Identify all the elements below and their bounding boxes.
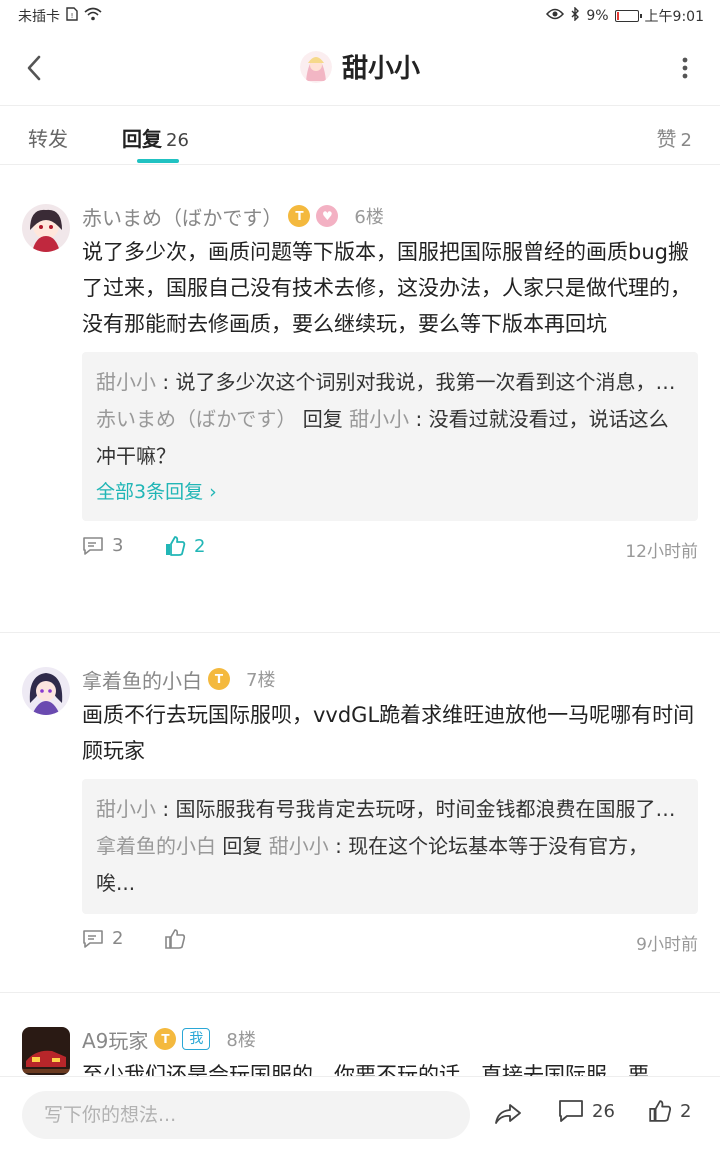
comment-item: 拿着鱼的小白 T 7楼 画质不行去玩国际服呗，vvdGL跪着求维旺迪放他一马呢哪… (0, 633, 720, 993)
see-all-replies-link[interactable]: 全部3条回复 › (96, 475, 684, 509)
comment-list[interactable]: 赤いまめ（ばかです） T ♥ 6楼 说了多少次，画质问题等下版本，国服把国际服曾… (0, 166, 720, 1076)
battery-percent: 9% (586, 8, 609, 24)
bluetooth-icon (570, 6, 580, 25)
reply-text: 国际服我有号我肯定去玩呀，时间金钱都浪费在国服了，而且我发这种贴，肯定不会有好心… (175, 797, 684, 821)
share-icon (495, 1104, 521, 1124)
bottom-comment-button[interactable]: 26 (558, 1099, 615, 1123)
title-bar: 甜小小 (0, 30, 720, 106)
reply-box[interactable]: 甜小小 : 说了多少次这个词别对我说，我第一次看到这个消息，报bug没地方，官群… (82, 352, 698, 521)
reply-target[interactable]: 甜小小 (269, 834, 329, 858)
user-row: 赤いまめ（ばかです） T ♥ 6楼 (82, 200, 698, 232)
comment-icon (559, 1100, 583, 1122)
floor-number: 7楼 (246, 670, 276, 691)
tab-bar: 转发 回复 26 赞2 (0, 107, 720, 165)
tab-repost[interactable]: 转发 (28, 123, 68, 152)
username[interactable]: 赤いまめ（ばかです） (82, 202, 282, 231)
reply-username[interactable]: 拿着鱼的小白 (96, 834, 216, 858)
bottom-comment-count: 26 (592, 1100, 615, 1122)
like-button[interactable] (164, 928, 186, 950)
comment-count: 2 (112, 928, 124, 949)
like-button[interactable]: 2 (164, 535, 205, 557)
more-vertical-icon (682, 57, 688, 79)
battery-icon (614, 10, 642, 22)
comment-count-button[interactable]: 3 (82, 535, 123, 556)
username[interactable]: 拿着鱼的小白 (82, 665, 202, 694)
avatar[interactable] (22, 667, 70, 715)
comment-item: 赤いまめ（ばかです） T ♥ 6楼 说了多少次，画质问题等下版本，国服把国际服曾… (0, 166, 720, 633)
user-row: A9玩家 T 我 8楼 (82, 1023, 698, 1055)
status-bar: 未插卡 ! 9% 上午9:01 (0, 0, 720, 30)
comment-content: 说了多少次，画质问题等下版本，国服把国际服曾经的画质bug搬了过来，国服自己没有… (82, 240, 691, 336)
wifi-icon (84, 7, 102, 25)
comment-item: A9玩家 T 我 8楼 至少我们还是会玩国服的，你要不玩的话，直接去国际服，要 (0, 993, 720, 1076)
tab-like-label: 赞 (656, 127, 677, 151)
reply-username[interactable]: 甜小小 (96, 370, 156, 394)
reply-word: 回复 (302, 407, 343, 431)
carrier-text: 未插卡 (18, 9, 60, 25)
clock: 上午9:01 (644, 9, 704, 25)
comment-input[interactable] (22, 1091, 470, 1139)
reply-item: 拿着鱼的小白 回复 甜小小 : 现在这个论坛基本等于没有官方，唉... (96, 834, 649, 895)
svg-text:!: ! (71, 12, 74, 20)
tab-like-count: 2 (680, 130, 692, 151)
comment-time: 9小时前 (636, 935, 698, 955)
tab-like[interactable]: 赞2 (657, 123, 692, 152)
reply-box[interactable]: 甜小小 : 国际服我有号我肯定去玩呀，时间金钱都浪费在国服了，而且我发这种贴，肯… (82, 779, 698, 914)
battery-fill (616, 12, 619, 20)
avatar-frame-badge-icon: ♥ (316, 205, 339, 227)
avatar[interactable] (22, 204, 70, 252)
status-right: 9% 上午9:01 (546, 6, 704, 26)
avatar[interactable] (22, 1027, 70, 1075)
like-count: 2 (194, 535, 206, 557)
sim-icon: ! (66, 7, 78, 25)
comment-actions: 3 2 12小时前 (82, 521, 698, 575)
me-tag: 我 (182, 1028, 211, 1050)
comment-count: 3 (112, 535, 124, 556)
page-title: 甜小小 (341, 54, 420, 84)
tab-active-indicator (137, 159, 179, 163)
thumbs-up-icon (649, 1100, 672, 1122)
tab-reply-label: 回复 (122, 127, 162, 151)
bottom-bar: 26 2 (0, 1076, 720, 1152)
tab-reply[interactable]: 回复 26 (122, 123, 189, 152)
level-badge-icon: T (288, 205, 311, 227)
status-left: 未插卡 ! (18, 6, 102, 26)
reply-item: 甜小小 : 国际服我有号我肯定去玩呀，时间金钱都浪费在国服了，而且我发这种贴，肯… (96, 791, 684, 828)
comment-count-button[interactable]: 2 (82, 928, 123, 949)
level-badge-icon: T (154, 1028, 177, 1050)
comment-time: 12小时前 (625, 542, 698, 562)
floor-number: 8楼 (226, 1030, 256, 1051)
comment-actions: 2 9小时前 (82, 914, 698, 968)
floor-number: 6楼 (354, 207, 384, 228)
bottom-like-button[interactable]: 2 (648, 1099, 691, 1123)
tab-reply-count: 26 (166, 130, 189, 151)
share-button[interactable] (494, 1103, 522, 1125)
comment-content: 至少我们还是会玩国服的，你要不玩的话，直接去国际服，要 (82, 1063, 649, 1076)
reply-item: 赤いまめ（ばかです） 回复 甜小小 : 没看过就没看过，说话这么冲干嘛？ (96, 407, 669, 468)
comment-content: 画质不行去玩国际服呗，vvdGL跪着求维旺迪放他一马呢哪有时间顾玩家 (82, 703, 695, 763)
thumbs-up-icon (165, 929, 186, 949)
level-badge-icon: T (208, 668, 230, 690)
username[interactable]: A9玩家 (82, 1025, 148, 1054)
more-button[interactable] (670, 52, 700, 84)
author-avatar[interactable] (299, 50, 332, 83)
reply-username[interactable]: 赤いまめ（ばかです） (96, 407, 296, 431)
reply-username[interactable]: 甜小小 (96, 797, 156, 821)
thumbs-up-icon (166, 536, 186, 556)
title-wrap: 甜小小 (0, 48, 720, 85)
reply-word: 回复 (222, 834, 263, 858)
reply-target[interactable]: 甜小小 (349, 407, 409, 431)
user-row: 拿着鱼的小白 T 7楼 (82, 663, 698, 695)
comment-icon (83, 929, 103, 948)
reply-item: 甜小小 : 说了多少次这个词别对我说，我第一次看到这个消息，报bug没地方，官群… (96, 364, 684, 401)
reply-text: 说了多少次这个词别对我说，我第一次看到这个消息，报bug没地方，官群也没有，官贴… (175, 370, 684, 394)
eye-icon (546, 8, 565, 24)
comment-icon (83, 536, 103, 555)
bottom-like-count: 2 (680, 1100, 692, 1122)
